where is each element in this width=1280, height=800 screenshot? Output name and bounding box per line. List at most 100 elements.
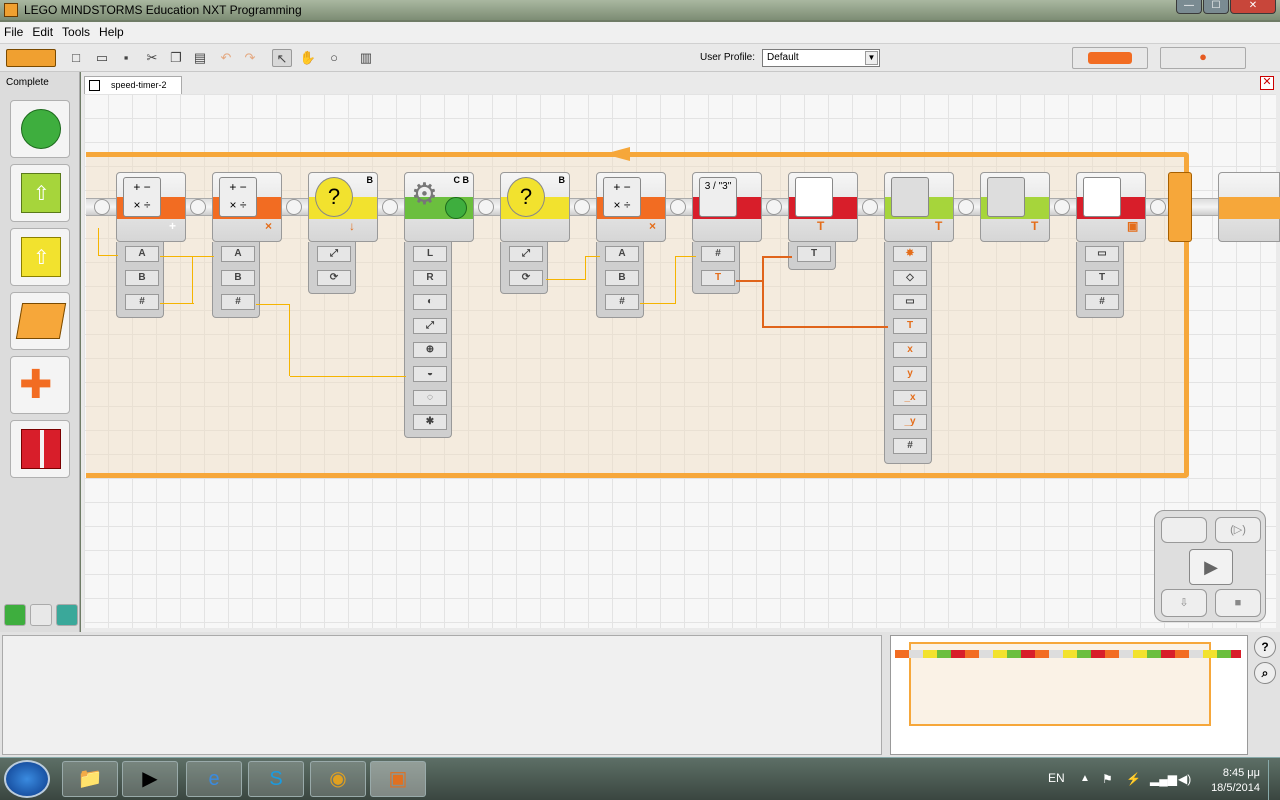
data-hub[interactable]: L R ◐ ⤢ ⊕ ◒ ◌ ✱: [404, 242, 452, 438]
plug-b[interactable]: B: [125, 270, 159, 286]
math-block-multiply[interactable]: + − × ÷ ×: [212, 172, 282, 242]
file-access-block[interactable]: ▣: [1076, 172, 1146, 242]
complete-palette-tab[interactable]: [30, 604, 52, 626]
map-pane[interactable]: [890, 635, 1248, 755]
plug-action[interactable]: ✸: [893, 246, 927, 262]
save-icon[interactable]: ▪: [116, 49, 136, 67]
plug-text-input[interactable]: T: [893, 318, 927, 334]
math-block-multiply[interactable]: + − × ÷ ×: [596, 172, 666, 242]
plug-filename[interactable]: ▭: [893, 294, 927, 310]
custom-palette-icon[interactable]: ▥: [356, 49, 376, 67]
copy-icon[interactable]: ❐: [166, 49, 186, 67]
plug-other-motor[interactable]: ◐: [413, 294, 447, 310]
show-desktop-button[interactable]: [1268, 760, 1280, 800]
sensor-blocks-button[interactable]: ⇧: [10, 228, 70, 286]
paste-icon[interactable]: ▤: [190, 49, 210, 67]
start-button[interactable]: [4, 760, 50, 798]
open-folder-icon[interactable]: ▭: [92, 49, 112, 67]
stop-block[interactable]: [1218, 172, 1280, 242]
plug-power[interactable]: ◒: [413, 366, 447, 382]
explorer-task-icon[interactable]: 📁: [62, 761, 118, 797]
rotation-sensor-block[interactable]: ? B: [500, 172, 570, 242]
media-player-task-icon[interactable]: ▶: [122, 761, 178, 797]
menu-file[interactable]: File: [0, 22, 28, 39]
custom-palette-tab[interactable]: [56, 604, 78, 626]
comment-tool-icon[interactable]: ○: [324, 49, 344, 67]
plug-result[interactable]: #: [125, 294, 159, 310]
maximize-button[interactable]: ☐: [1203, 0, 1229, 14]
chevron-down-icon[interactable]: ▼: [865, 51, 878, 65]
plug-degrees[interactable]: ⟳: [317, 270, 351, 286]
plug-a[interactable]: A: [605, 246, 639, 262]
download-button[interactable]: ⇩: [1161, 589, 1207, 617]
plug-radius[interactable]: #: [893, 438, 927, 454]
nxt-window-button[interactable]: [1161, 517, 1207, 543]
user-help-button[interactable]: ●: [1160, 47, 1246, 69]
nxt-brick-button[interactable]: [1072, 47, 1148, 69]
robot-educator-icon[interactable]: [6, 49, 56, 67]
plug-reset[interactable]: ⤢: [317, 246, 351, 262]
pointer-tool-icon[interactable]: ↖: [272, 49, 292, 67]
menu-help[interactable]: Help: [95, 22, 129, 39]
plug-clear[interactable]: ◇: [893, 270, 927, 286]
download-and-run-button[interactable]: ▶: [1189, 549, 1233, 585]
data-hub[interactable]: ▭ T #: [1076, 242, 1124, 318]
file-access-block[interactable]: T: [788, 172, 858, 242]
zoom-map-button[interactable]: ⌕: [1254, 662, 1276, 684]
data-hub[interactable]: ⤢ ⟳: [308, 242, 356, 294]
clock[interactable]: 8:45 μμ 18/5/2014: [1200, 766, 1260, 796]
advanced-blocks-button[interactable]: [10, 420, 70, 478]
common-blocks-button[interactable]: [10, 100, 70, 158]
user-profile-select[interactable]: Default ▼: [762, 49, 880, 67]
data-hub[interactable]: A B #: [212, 242, 260, 318]
help-toggle-button[interactable]: ?: [1254, 636, 1276, 658]
plug-a[interactable]: A: [125, 246, 159, 262]
flow-blocks-button[interactable]: [10, 292, 70, 350]
plug-b[interactable]: B: [221, 270, 255, 286]
menu-edit[interactable]: Edit: [28, 22, 58, 39]
display-block[interactable]: T: [980, 172, 1050, 242]
tab-speed-timer-2[interactable]: speed-timer-2: [84, 76, 182, 94]
minimize-button[interactable]: —: [1176, 0, 1202, 14]
close-program-button[interactable]: ✕: [1260, 76, 1274, 90]
cut-icon[interactable]: ✂: [142, 49, 162, 67]
chrome-task-icon[interactable]: ◉: [310, 761, 366, 797]
plug-result[interactable]: #: [605, 294, 639, 310]
plug-number-in[interactable]: #: [1085, 294, 1119, 310]
move-block[interactable]: ⚙ C B: [404, 172, 474, 242]
display-block[interactable]: T: [884, 172, 954, 242]
number-to-text-block[interactable]: 3 / "3": [692, 172, 762, 242]
data-hub[interactable]: A B #: [596, 242, 644, 318]
plug-x[interactable]: x: [893, 342, 927, 358]
common-palette-tab[interactable]: [4, 604, 26, 626]
internet-explorer-task-icon[interactable]: e: [186, 761, 242, 797]
data-hub[interactable]: # T: [692, 242, 740, 294]
plug-result[interactable]: #: [221, 294, 255, 310]
data-hub[interactable]: A B #: [116, 242, 164, 318]
plug-b[interactable]: B: [605, 270, 639, 286]
plug-steering[interactable]: ⊕: [413, 342, 447, 358]
plug-left-motor[interactable]: L: [413, 246, 447, 262]
plug-end-y[interactable]: _y: [893, 414, 927, 430]
math-block-add[interactable]: + − × ÷ +: [116, 172, 186, 242]
skype-task-icon[interactable]: S: [248, 761, 304, 797]
close-window-button[interactable]: ✕: [1230, 0, 1276, 14]
mindstorms-task-icon[interactable]: ▣: [370, 761, 426, 797]
plug-end-x[interactable]: _x: [893, 390, 927, 406]
undo-icon[interactable]: ↶: [216, 49, 236, 67]
plug-next-action[interactable]: ✱: [413, 414, 447, 430]
data-hub[interactable]: ⤢ ⟳: [500, 242, 548, 294]
rotation-sensor-block[interactable]: ? B ↓: [308, 172, 378, 242]
show-hidden-icons-icon[interactable]: ▲: [1080, 773, 1090, 784]
download-run-selected-button[interactable]: (▷): [1215, 517, 1261, 543]
plug-text-in[interactable]: T: [797, 246, 831, 262]
pan-tool-icon[interactable]: ✋: [298, 49, 318, 67]
plug-text[interactable]: T: [701, 270, 735, 286]
plug-reset[interactable]: ⤢: [509, 246, 543, 262]
plug-text-in[interactable]: T: [1085, 270, 1119, 286]
new-file-icon[interactable]: □: [66, 49, 86, 67]
plug-direction[interactable]: ⤢: [413, 318, 447, 334]
plug-filename[interactable]: ▭: [1085, 246, 1119, 262]
menu-tools[interactable]: Tools: [58, 22, 95, 39]
action-blocks-button[interactable]: ⇧: [10, 164, 70, 222]
